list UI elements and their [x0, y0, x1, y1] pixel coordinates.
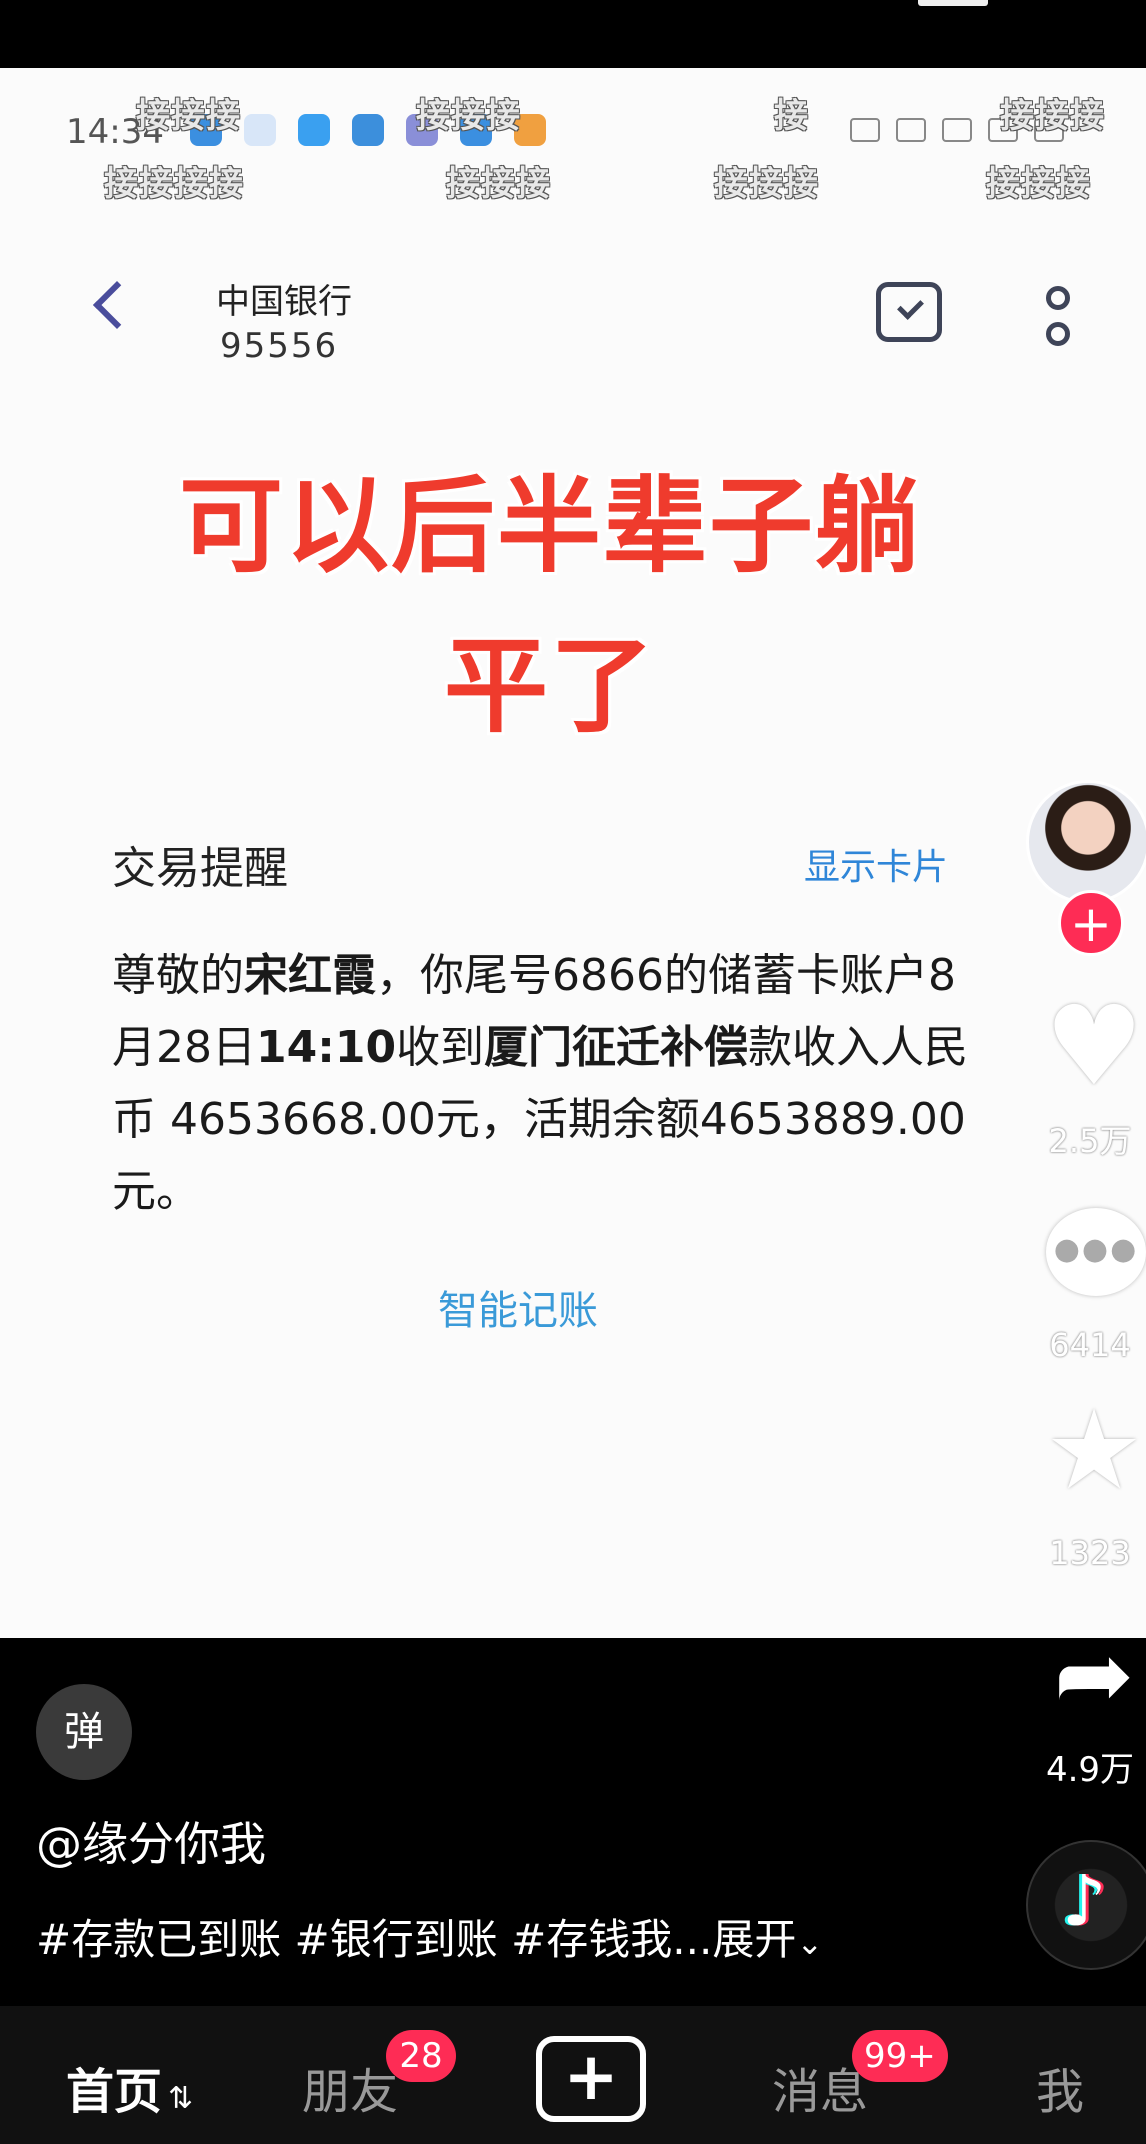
share-count: 4.9万: [1045, 1750, 1135, 1790]
watermark-text: 接: [774, 96, 809, 136]
comment-icon[interactable]: ●●●: [1046, 1208, 1146, 1296]
caption-line-1: 可以后半辈子躺: [178, 465, 921, 587]
message-text: 收到: [396, 1022, 485, 1073]
switch-feed-icon: ⇅: [168, 2081, 194, 2116]
watermark-text: 接接接: [986, 164, 1091, 204]
watermark-text: 接接接: [416, 96, 521, 136]
signal-icon: [942, 118, 972, 142]
message-text: 尊敬的: [112, 950, 244, 1001]
message-body: 尊敬的宋红霞，你尾号6866的储蓄卡账户8月28日14:10收到厦门征迁补偿款收…: [112, 940, 972, 1228]
friends-badge: 28: [386, 2030, 456, 2082]
sms-sender-number: 95556: [220, 326, 339, 366]
back-arrow-icon: [92, 280, 142, 330]
recipient-name: 宋红霞: [244, 950, 376, 1001]
like-count: 2.5万: [1048, 1122, 1132, 1160]
hashtags-text[interactable]: #存款已到账 #银行到账 #存钱我...: [36, 1915, 712, 1964]
nav-me[interactable]: 我: [1036, 2052, 1084, 2122]
tiktok-note-icon: ♪: [1062, 1860, 1107, 1942]
share-arrow-icon[interactable]: ➦: [1044, 1627, 1144, 1723]
alarm-icon: [850, 118, 880, 142]
nav-home-label: 首页: [66, 2064, 163, 2120]
status-notch: [918, 0, 988, 6]
like-heart-icon[interactable]: ♥: [1044, 991, 1144, 1101]
author-handle[interactable]: @缘分你我: [36, 1808, 266, 1874]
messages-badge: 99+: [852, 2030, 948, 2082]
video-description[interactable]: #存款已到账 #银行到账 #存钱我...展开⌄: [36, 1906, 823, 1967]
more-options-icon: [1046, 286, 1074, 358]
show-card-link: 显示卡片: [804, 847, 949, 888]
watermark-text: 接接接接: [104, 164, 244, 204]
smart-accounting-link: 智能记账: [438, 1288, 598, 1334]
message-time: 14:10: [256, 1022, 397, 1073]
nav-home[interactable]: 首页 ⇅: [66, 2052, 193, 2122]
caption-line-2: 平了: [443, 625, 656, 747]
watermark-text: 接接接: [136, 96, 241, 136]
music-disc-icon[interactable]: ♪: [1026, 1840, 1146, 1970]
payer-name: 厦门征迁补偿: [484, 1022, 749, 1073]
message-title: 交易提醒: [112, 843, 288, 894]
nav-friends[interactable]: 朋友: [302, 2052, 398, 2122]
author-avatar[interactable]: [1026, 780, 1146, 904]
danmu-toggle-button[interactable]: 弹: [36, 1684, 132, 1780]
nfc-icon: [896, 118, 926, 142]
comment-count: 6414: [1049, 1326, 1131, 1364]
video-caption-overlay: 可以后半辈子躺 平了: [100, 446, 1000, 766]
video-player[interactable]: 14:34 接接接 接接接 接 接接接 接接接接 接接接 接接接 接接接 中国银…: [0, 68, 1146, 1638]
create-post-button[interactable]: +: [536, 2036, 646, 2122]
app-notification-icon: [244, 114, 276, 146]
watermark-text: 接接接: [1000, 96, 1105, 136]
app-notification-icon: [352, 114, 384, 146]
app-notification-icon: [298, 114, 330, 146]
chevron-down-icon: ⌄: [796, 1924, 824, 1962]
checkbox-icon: [876, 282, 942, 342]
watermark-text: 接接接: [446, 164, 551, 204]
watermark-text: 接接接: [714, 164, 819, 204]
expand-button[interactable]: 展开: [712, 1915, 796, 1964]
favorite-count: 1323: [1049, 1534, 1131, 1572]
favorite-star-icon[interactable]: ★: [1044, 1395, 1144, 1505]
follow-button[interactable]: +: [1058, 890, 1124, 956]
sms-sender-name: 中国银行: [216, 282, 352, 322]
